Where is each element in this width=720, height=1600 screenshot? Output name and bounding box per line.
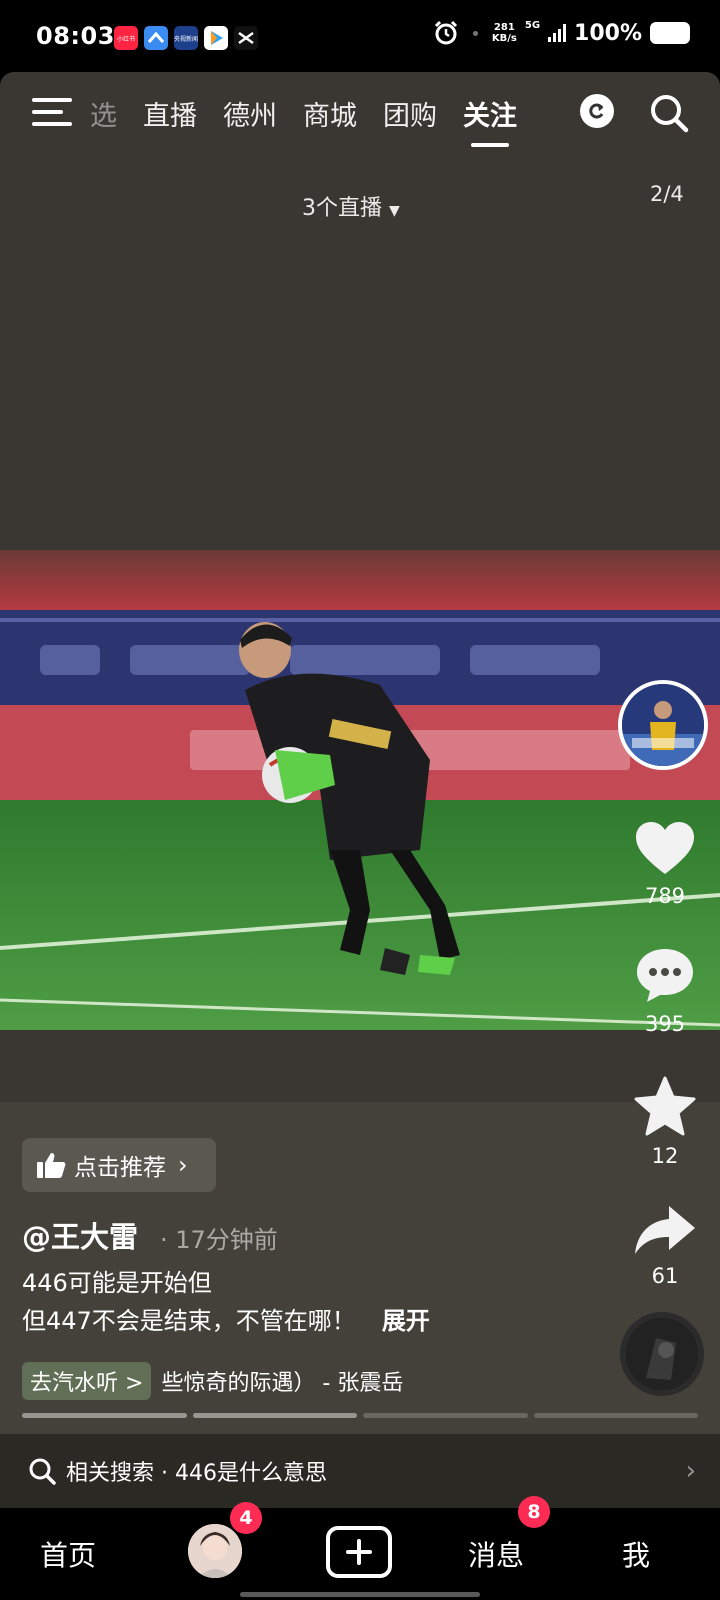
listen-in-qishui-button[interactable]: 去汽水听 > <box>22 1362 152 1400</box>
nav-friends-avatar[interactable] <box>188 1524 242 1578</box>
home-indicator[interactable] <box>240 1592 480 1597</box>
search-icon[interactable] <box>648 92 690 134</box>
tab-mall[interactable]: 商城 <box>303 94 357 133</box>
live-count-dropdown[interactable]: 3个直播 ▼ <box>302 190 400 222</box>
caption-line: 但447不会是结束，不管在哪！ <box>22 1307 356 1335</box>
share-count: 61 <box>651 1264 679 1288</box>
like-count: 789 <box>644 884 686 908</box>
menu-icon[interactable] <box>32 98 72 132</box>
battery-percent: 100% <box>574 20 642 46</box>
signal-icon <box>548 24 567 42</box>
search-icon <box>29 1458 56 1485</box>
nav-me[interactable]: 我 <box>622 1534 650 1574</box>
bottom-navigation: 首页 4 消息 8 我 <box>0 1496 720 1600</box>
progress-segment <box>363 1413 528 1418</box>
caption-line: 446可能是开始但 <box>22 1269 212 1297</box>
share-button[interactable]: 61 <box>610 1204 720 1288</box>
friends-badge: 4 <box>230 1502 262 1534</box>
post-time: · 17分钟前 <box>160 1226 278 1254</box>
nav-messages[interactable]: 消息 <box>468 1534 524 1574</box>
music-title: 些惊奇的际遇） - 张震岳 <box>161 1371 404 1396</box>
carousel-progress <box>22 1413 698 1418</box>
progress-segment <box>22 1413 187 1418</box>
recommend-label: 点击推荐 <box>74 1155 166 1181</box>
post-caption: 446可能是开始但 但447不会是结束，不管在哪！ 展开 <box>22 1264 602 1340</box>
tab-live[interactable]: 直播 <box>143 94 197 133</box>
progress-segment <box>533 1413 698 1418</box>
alarm-icon <box>434 20 457 45</box>
wps-icon <box>144 26 168 50</box>
capcut-icon <box>234 26 258 50</box>
author-name[interactable]: @王大雷 <box>22 1214 138 1256</box>
nav-home[interactable]: 首页 <box>40 1534 96 1574</box>
recommend-button[interactable]: 点击推荐 › <box>22 1138 216 1192</box>
music-disc[interactable] <box>620 1312 704 1396</box>
page-indicator: 2/4 <box>650 182 684 206</box>
comment-button[interactable]: 395 <box>610 946 720 1036</box>
expand-button[interactable]: 展开 <box>382 1307 430 1335</box>
network-type: 5G <box>524 20 541 31</box>
refresh-icon[interactable] <box>580 94 614 128</box>
status-time: 08:03 <box>36 22 115 50</box>
favorite-count: 12 <box>651 1144 679 1168</box>
tab-group-buy[interactable]: 团购 <box>383 94 437 133</box>
top-navigation: 选 直播 德州 商城 团购 关注 <box>0 90 720 150</box>
cctv-news-icon: 央视新闻 <box>174 26 198 50</box>
music-row[interactable]: 去汽水听 > 些惊奇的际遇） - 张震岳 <box>22 1362 403 1400</box>
feed-tabs: 选 直播 德州 商城 团购 关注 <box>90 94 517 147</box>
status-bar: 08:03 小红书 央视新闻 281 KB/s 5G 100% <box>0 0 720 72</box>
related-search-bar[interactable]: 相关搜索 · 446是什么意思 › <box>0 1434 720 1508</box>
author-avatar[interactable] <box>618 680 708 770</box>
share-icon <box>635 1206 695 1254</box>
thumbs-up-icon <box>37 1153 66 1178</box>
battery-icon <box>650 22 690 44</box>
comment-icon <box>637 949 693 1002</box>
star-icon <box>634 1076 696 1136</box>
net-speed: 281 KB/s <box>491 22 517 44</box>
notification-icons: 小红书 央视新闻 <box>114 26 258 50</box>
chevron-right-icon: › <box>178 1151 188 1179</box>
progress-segment <box>192 1413 357 1418</box>
tab-featured[interactable]: 选 <box>90 94 117 133</box>
comment-count: 395 <box>644 1012 686 1036</box>
chevron-right-icon: › <box>685 1456 696 1486</box>
tencent-video-icon <box>204 26 228 50</box>
plus-icon <box>346 1539 372 1565</box>
heart-icon <box>636 822 694 874</box>
related-search-text: 相关搜索 · 446是什么意思 <box>66 1461 327 1486</box>
like-button[interactable]: 789 <box>610 820 720 908</box>
caret-down-icon: ▼ <box>389 203 400 219</box>
xiaohongshu-icon: 小红书 <box>114 26 138 50</box>
messages-badge: 8 <box>518 1496 550 1528</box>
tab-dezhou[interactable]: 德州 <box>223 94 277 133</box>
favorite-button[interactable]: 12 <box>610 1076 720 1168</box>
dot-icon <box>472 30 478 36</box>
create-post-button[interactable] <box>326 1526 392 1578</box>
tab-following[interactable]: 关注 <box>463 94 517 147</box>
